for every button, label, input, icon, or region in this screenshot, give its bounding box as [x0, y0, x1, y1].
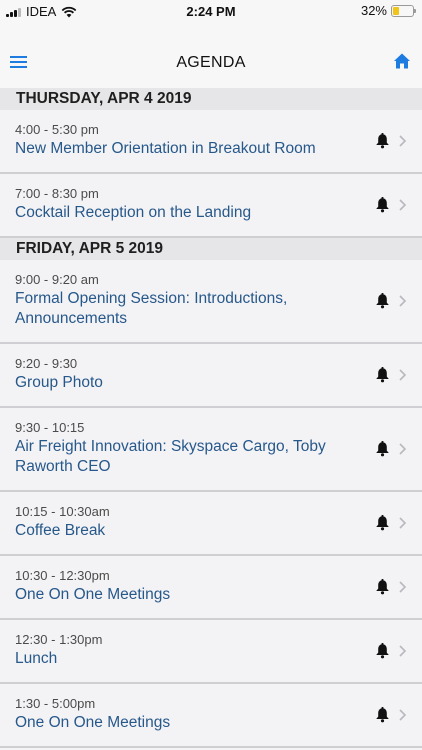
agenda-item-time: 12:30 - 1:30pm	[15, 632, 103, 647]
agenda-item-time: 9:20 - 9:30	[15, 356, 78, 371]
agenda-item-title: New Member Orientation in Breakout Room	[15, 140, 316, 157]
agenda-item[interactable]: 1:30 - 5:00pm One On One Meetings	[0, 684, 422, 748]
agenda-item-title-line2: Announcements	[15, 310, 128, 327]
agenda-item[interactable]: 12:30 - 1:30pm Lunch	[0, 620, 422, 684]
bell-icon[interactable]	[375, 643, 390, 659]
agenda-list: THURSDAY, APR 4 2019 4:00 - 5:30 pm New Me…	[0, 88, 422, 748]
agenda-item-title: Lunch	[15, 650, 58, 667]
agenda-item-time: 9:30 - 10:15	[15, 420, 85, 435]
agenda-item-title: One On One Meetings	[15, 714, 171, 731]
bell-icon[interactable]	[375, 197, 390, 213]
battery-percentage: 32%	[360, 3, 387, 18]
agenda-item-title: Group Photo	[15, 374, 103, 391]
bell-icon[interactable]	[375, 515, 390, 531]
bell-icon[interactable]	[375, 579, 390, 595]
chevron-right-icon	[399, 369, 406, 381]
agenda-item[interactable]: 9:00 - 9:20 am Formal Opening Session: In…	[0, 260, 422, 344]
bell-icon[interactable]	[375, 293, 390, 309]
agenda-item[interactable]: 9:20 - 9:30 Group Photo	[0, 344, 422, 408]
agenda-item-title: Cocktail Reception on the Landing	[15, 204, 252, 221]
agenda-item-title: Air Freight Innovation: Skyspace Cargo, …	[15, 438, 326, 455]
chevron-right-icon	[399, 709, 406, 721]
battery-fill	[393, 6, 400, 15]
chevron-right-icon	[399, 295, 406, 307]
agenda-item-time: 4:00 - 5:30 pm	[15, 122, 99, 137]
home-icon[interactable]	[393, 52, 411, 70]
agenda-item[interactable]: 7:00 - 8:30 pm Cocktail Reception on the …	[0, 174, 422, 238]
chevron-right-icon	[399, 443, 406, 455]
status-time: 2:24 PM	[186, 4, 236, 19]
battery-icon	[391, 4, 416, 17]
agenda-item-title: One On One Meetings	[15, 586, 171, 603]
agenda-item-title: Formal Opening Session: Introductions,	[15, 290, 288, 307]
chevron-right-icon	[399, 645, 406, 657]
agenda-item-time: 9:00 - 9:20 am	[15, 272, 99, 287]
agenda-item-time: 7:00 - 8:30 pm	[15, 186, 99, 201]
bell-icon[interactable]	[375, 367, 390, 383]
agenda-item-time: 1:30 - 5:00pm	[15, 696, 96, 711]
bell-icon[interactable]	[375, 707, 390, 723]
chevron-right-icon	[399, 517, 406, 529]
agenda-item[interactable]: 10:15 - 10:30am Coffee Break	[0, 492, 422, 556]
status-bar: IDEA 2:24 PM 32%	[0, 0, 422, 22]
status-right: 32%	[360, 3, 416, 18]
day-header: THURSDAY, APR 4 2019	[0, 88, 422, 110]
chevron-right-icon	[399, 135, 406, 147]
agenda-item[interactable]: 4:00 - 5:30 pm New Member Orientation in …	[0, 110, 422, 174]
agenda-item-title-line2: Raworth CEO	[15, 458, 111, 475]
day-header: FRIDAY, APR 5 2019	[0, 238, 422, 260]
agenda-item[interactable]: 9:30 - 10:15 Air Freight Innovation: Skys…	[0, 408, 422, 492]
bell-icon[interactable]	[375, 441, 390, 457]
chevron-right-icon	[399, 199, 406, 211]
nav-bar: AGENDA	[0, 22, 422, 88]
chevron-right-icon	[399, 581, 406, 593]
agenda-item-time: 10:30 - 12:30pm	[15, 568, 110, 583]
agenda-item-time: 10:15 - 10:30am	[15, 504, 110, 519]
bell-icon[interactable]	[375, 133, 390, 149]
agenda-item[interactable]: 10:30 - 12:30pm One On One Meetings	[0, 556, 422, 620]
page-title: AGENDA	[176, 54, 246, 71]
agenda-item-title: Coffee Break	[15, 522, 106, 539]
